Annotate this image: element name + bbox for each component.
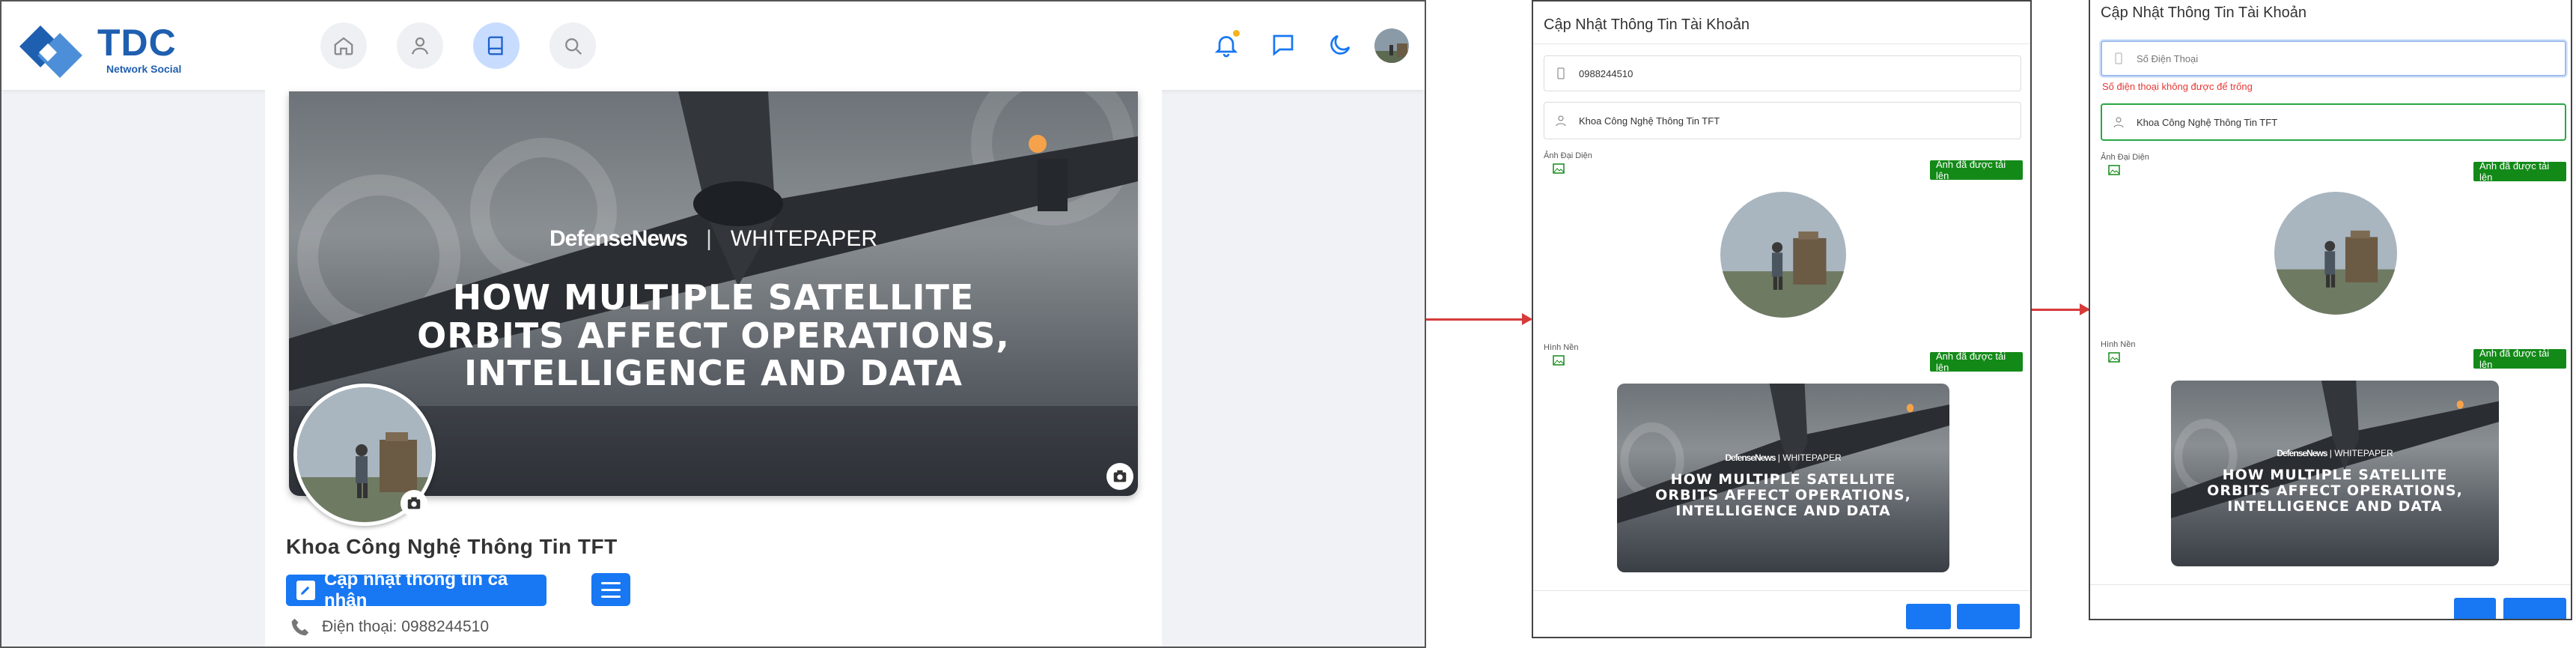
flow-arrow (2032, 303, 2090, 315)
avatar-uploaded-badge: Ảnh đã được tải lên (1930, 159, 2023, 181)
nav-avatar[interactable] (1373, 27, 1410, 64)
cover-headline: HOW MULTIPLE SATELLITE ORBITS AFFECT OPE… (417, 277, 1010, 394)
profile-page: TDC Network Social DefenseNews | WHITEPA… (0, 0, 1426, 648)
top-navbar: TDC Network Social (1, 1, 1425, 90)
cover-uploaded-badge: Ảnh đã được tải lên (1930, 351, 2023, 373)
cover-brand-sub: WHITEPAPER (730, 226, 878, 251)
camera-icon (1113, 470, 1127, 482)
save-button[interactable] (2503, 598, 2566, 619)
nav-search[interactable] (549, 22, 596, 69)
modal-title: Cập Nhật Thông Tin Tài Khoản (1544, 16, 1750, 33)
menu-button[interactable] (591, 573, 630, 606)
nav-home[interactable] (320, 22, 367, 69)
app-logo[interactable]: TDC Network Social (18, 19, 190, 78)
edit-icon (296, 581, 315, 600)
notification-dot (1233, 30, 1240, 37)
user-icon (411, 37, 429, 55)
book-icon (487, 36, 503, 55)
logo-subtitle: Network Social (106, 63, 182, 75)
phone-field[interactable]: 0988244510 (1544, 55, 2021, 91)
phone-error-message: Số điện thoại không được để trống (2102, 81, 2253, 92)
image-upload-icon[interactable] (2108, 352, 2120, 363)
name-field[interactable]: Khoa Công Nghệ Thông Tin TFT (2101, 103, 2566, 141)
update-account-modal: Cập Nhật Thông Tin Tài Khoản 0988244510 … (1532, 0, 2032, 638)
nav-book[interactable] (473, 22, 520, 69)
avatar-preview (1720, 192, 1846, 318)
phone-value: 0988244510 (1579, 67, 1633, 79)
cancel-button[interactable] (1906, 604, 1951, 629)
logo-text: TDC (97, 22, 177, 64)
avatar-label: Ảnh Đại Diện (2101, 153, 2149, 162)
user-icon (1556, 115, 1566, 127)
phone-icon (1557, 67, 1565, 79)
avatar-preview (2274, 192, 2397, 315)
cover-uploaded-badge: Ảnh đã được tải lên (2473, 348, 2566, 370)
phone-text: Điện thoại: 0988244510 (322, 618, 490, 635)
logo-mark-icon (19, 25, 82, 78)
cover-preview: DefenseNews | WHITEPAPER HOW MULTIPLE SA… (1617, 384, 1949, 572)
name-value: Khoa Công Nghệ Thông Tin TFT (1579, 115, 1720, 127)
image-upload-icon[interactable] (2108, 165, 2120, 175)
nav-profile[interactable] (397, 22, 443, 69)
update-account-modal-error: Cập Nhật Thông Tin Tài Khoản Số Điện Tho… (2089, 0, 2572, 620)
cancel-button[interactable] (2454, 598, 2496, 619)
phone-info: Điện thoại: 0988244510 (289, 616, 489, 638)
screenshot-canvas: TDC Network Social DefenseNews | WHITEPA… (0, 0, 2576, 648)
phone-icon (2115, 52, 2122, 64)
modal-title: Cập Nhật Thông Tin Tài Khoản (2101, 4, 2306, 21)
avatar-label: Ảnh Đại Diện (1544, 151, 1592, 160)
name-value: Khoa Công Nghệ Thông Tin TFT (2137, 116, 2278, 128)
camera-icon (407, 497, 421, 509)
cover-preview: DefenseNews | WHITEPAPER HOW MULTIPLE SA… (2171, 381, 2499, 566)
name-field[interactable]: Khoa Công Nghệ Thông Tin TFT (1544, 102, 2021, 139)
moon-icon (1330, 34, 1351, 55)
messages-button[interactable] (1267, 28, 1300, 61)
phone-field[interactable]: Số Điện Thoại (2101, 40, 2566, 76)
home-icon (334, 37, 353, 55)
phone-icon (291, 618, 309, 636)
image-upload-icon[interactable] (1553, 355, 1565, 366)
phone-placeholder: Số Điện Thoại (2137, 52, 2199, 64)
menu-icon (601, 581, 621, 584)
flow-arrow (1426, 313, 1532, 325)
dark-mode-toggle[interactable] (1324, 28, 1356, 61)
change-cover-button[interactable] (1106, 463, 1133, 490)
save-button[interactable] (1957, 604, 2020, 629)
update-profile-label: Cập nhật thông tin cá nhân (323, 569, 508, 611)
update-profile-button[interactable]: Cập nhật thông tin cá nhân (286, 569, 546, 611)
chat-icon (1273, 34, 1294, 56)
user-icon (2113, 117, 2124, 128)
profile-name: Khoa Công Nghệ Thông Tin TFT (286, 535, 618, 558)
change-avatar-button[interactable] (401, 490, 427, 517)
search-icon (565, 38, 582, 55)
image-upload-icon[interactable] (1553, 163, 1565, 174)
avatar-uploaded-badge: Ảnh đã được tải lên (2473, 160, 2566, 183)
cover-brand: DefenseNews (549, 226, 688, 251)
cover-label: Hình Nền (2101, 340, 2136, 349)
cover-label: Hình Nền (1544, 343, 1579, 352)
notifications-button[interactable] (1210, 28, 1243, 61)
